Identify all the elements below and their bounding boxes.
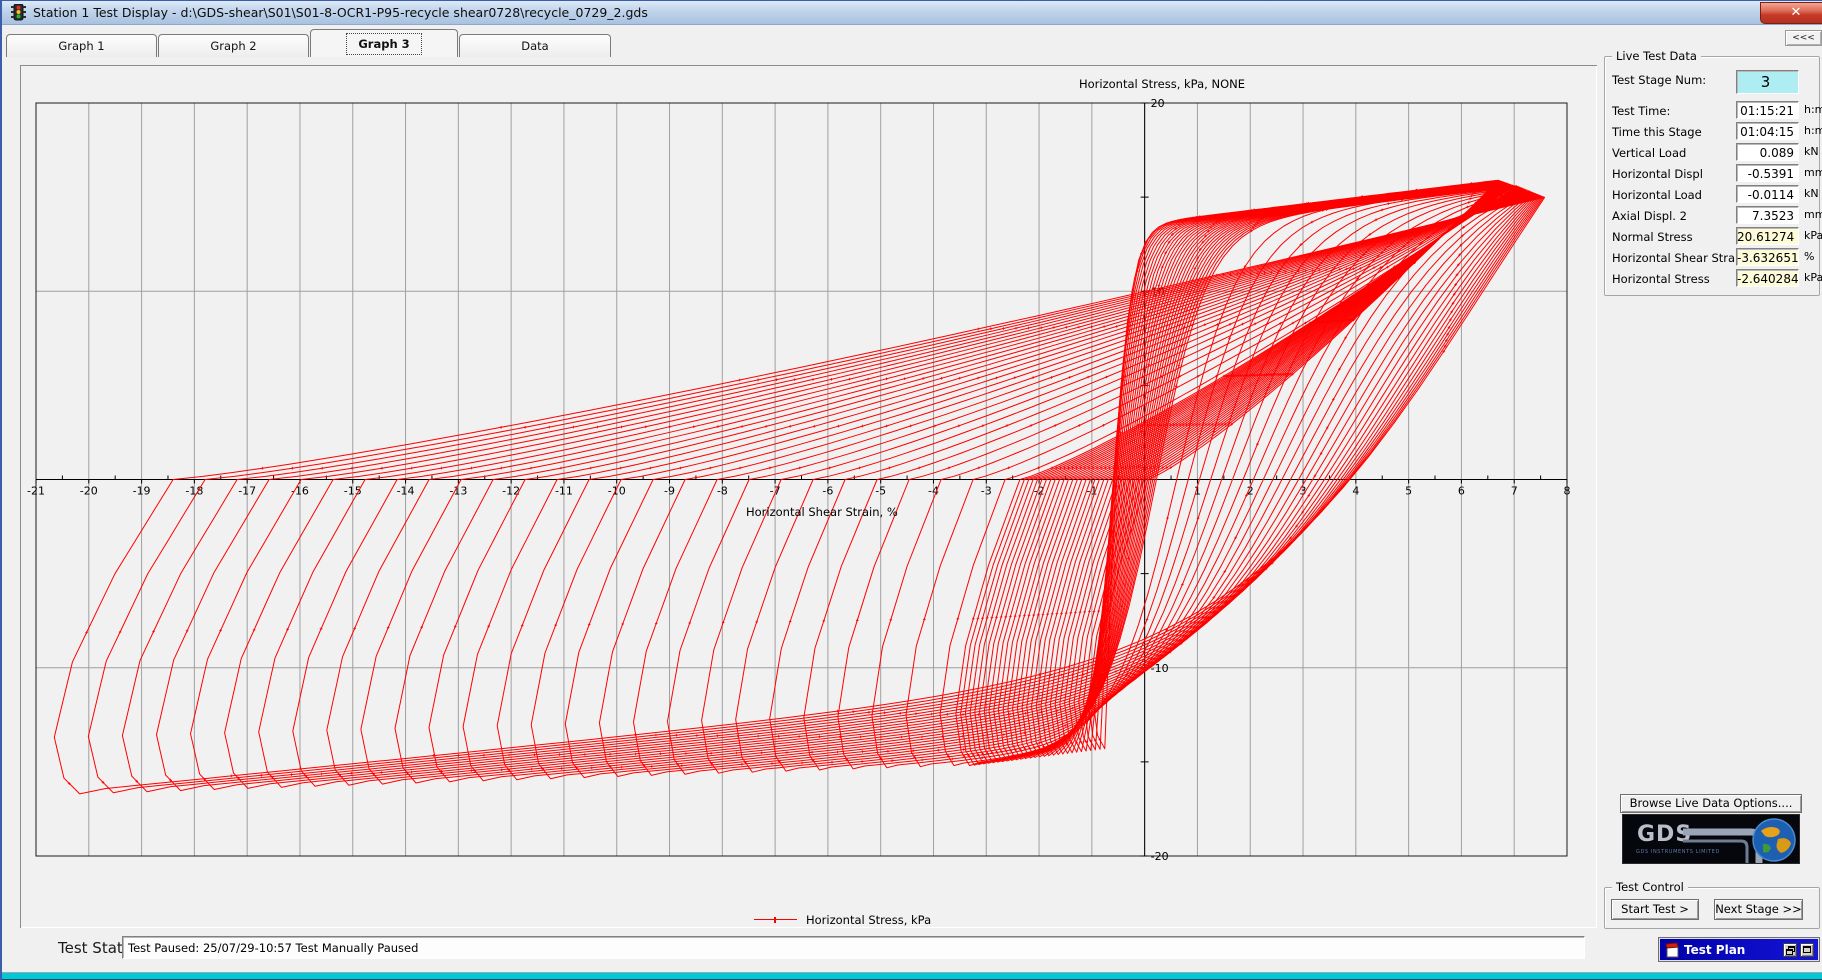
svg-text:-12: -12 — [502, 485, 520, 498]
tab-label: Data — [460, 39, 610, 53]
live-data-row: Vertical Load 0.089 kN — [1605, 143, 1819, 163]
svg-text:-9: -9 — [664, 485, 675, 498]
test-plan-title: Test Plan — [1684, 943, 1745, 957]
live-data-value-field: 3 — [1736, 70, 1799, 94]
stress-strain-chart: -21-20-19-18-17-16-15-14-13-12-11-10-9-8… — [20, 65, 1597, 928]
svg-text:-14: -14 — [397, 485, 415, 498]
live-data-row: Test Time: 01:15:21 h:m:s — [1605, 101, 1819, 121]
title-bar: Station 1 Test Display - d:\GDS-shear\S0… — [2, 1, 1822, 25]
live-data-value-field: 0.089 — [1736, 143, 1799, 161]
live-data-row: Time this Stage 01:04:15 h:m:s — [1605, 122, 1819, 142]
tab-data[interactable]: Data — [459, 34, 611, 57]
live-data-value-field: 01:15:21 — [1736, 101, 1799, 119]
svg-text:-20: -20 — [80, 485, 98, 498]
tab-graph-3[interactable]: Graph 3 — [310, 29, 458, 57]
live-data-label: Horizontal Displ — [1612, 167, 1703, 181]
maximize-button[interactable] — [1800, 943, 1814, 957]
tab-graph-2[interactable]: Graph 2 — [158, 34, 309, 57]
x-axis-label: Horizontal Shear Strain, % — [746, 505, 898, 519]
live-data-unit: kPa — [1804, 229, 1822, 242]
live-data-label: Normal Stress — [1612, 230, 1693, 244]
live-data-row: Horizontal Load -0.0114 kN — [1605, 185, 1819, 205]
live-data-row: Normal Stress 20.61274 kPa — [1605, 227, 1819, 247]
test-control-group: Test Control Start Test > Next Stage >> — [1604, 887, 1820, 929]
collapse-panel-button[interactable]: <<< — [1785, 30, 1822, 46]
svg-text:5: 5 — [1405, 485, 1412, 498]
chart-panel: -21-20-19-18-17-16-15-14-13-12-11-10-9-8… — [20, 65, 1597, 928]
test-plan-window-bar[interactable]: Test Plan — [1659, 938, 1819, 961]
live-data-label: Axial Displ. 2 — [1612, 209, 1687, 223]
live-data-row: Horizontal Shear Strain-3.632651% — [1605, 248, 1819, 268]
live-data-unit: % — [1804, 250, 1814, 263]
live-data-unit: h:m:s — [1804, 124, 1822, 137]
svg-text:-20: -20 — [1151, 850, 1169, 863]
svg-text:-3: -3 — [981, 485, 992, 498]
live-test-data-title: Live Test Data — [1612, 49, 1701, 63]
live-data-label: Horizontal Load — [1612, 188, 1702, 202]
browse-live-data-options-button[interactable]: Browse Live Data Options.... — [1620, 794, 1802, 813]
svg-text:-19: -19 — [133, 485, 151, 498]
live-data-unit: mm — [1804, 208, 1822, 221]
live-data-row: Axial Displ. 2 7.3523 mm — [1605, 206, 1819, 226]
live-data-value-field: 7.3523 — [1736, 206, 1799, 224]
live-data-row: Test Stage Num:3 — [1605, 70, 1819, 90]
restore-button[interactable] — [1783, 943, 1797, 957]
maximize-icon — [1803, 946, 1811, 953]
chart-title: Horizontal Stress, kPa, NONE — [1012, 77, 1312, 91]
start-test-button[interactable]: Start Test > — [1611, 899, 1699, 920]
live-data-value-field: -0.5391 — [1736, 164, 1799, 182]
test-status-field[interactable]: Test Paused: 25/07/29-10:57 Test Manuall… — [122, 936, 1585, 959]
svg-text:20: 20 — [1151, 97, 1165, 110]
svg-text:7: 7 — [1511, 485, 1518, 498]
svg-text:-6: -6 — [822, 485, 833, 498]
next-stage-button[interactable]: Next Stage >> — [1714, 899, 1803, 920]
svg-text:-11: -11 — [555, 485, 573, 498]
window-title: Station 1 Test Display - d:\GDS-shear\S0… — [33, 5, 648, 20]
svg-text:-21: -21 — [27, 485, 45, 498]
svg-text:-5: -5 — [875, 485, 886, 498]
live-test-data-group: Live Test Data Test Stage Num:3Test Time… — [1604, 56, 1820, 296]
live-data-value-field: 20.61274 — [1736, 227, 1799, 245]
window-bottom-edge — [2, 972, 1822, 980]
live-data-label: Horizontal Stress — [1612, 272, 1710, 286]
tab-label: Graph 1 — [7, 39, 156, 53]
live-data-unit: kN — [1804, 145, 1819, 158]
svg-text:-10: -10 — [608, 485, 626, 498]
app-window: Station 1 Test Display - d:\GDS-shear\S0… — [0, 0, 1822, 980]
close-button[interactable]: ✕ — [1760, 2, 1822, 24]
live-data-unit: mm — [1804, 166, 1822, 179]
live-data-value-field: -0.0114 — [1736, 185, 1799, 203]
test-plan-icon — [1665, 942, 1680, 958]
svg-text:-17: -17 — [238, 485, 256, 498]
live-data-label: Horizontal Shear Strain — [1612, 251, 1746, 265]
tab-graph-1[interactable]: Graph 1 — [6, 34, 157, 57]
live-data-label: Test Time: — [1612, 104, 1670, 118]
live-data-label: Vertical Load — [1612, 146, 1686, 160]
legend-line-sample — [754, 919, 797, 920]
live-data-row: Horizontal Stress -2.640284 kPa — [1605, 269, 1819, 289]
test-control-title: Test Control — [1612, 880, 1688, 894]
live-data-unit: h:m:s — [1804, 103, 1822, 116]
gds-logo: GDS GDS INSTRUMENTS LIMITED — [1622, 814, 1800, 864]
live-data-unit: kPa — [1804, 271, 1822, 284]
live-data-value-field: -3.632651 — [1736, 248, 1799, 266]
live-data-row: Horizontal Displ -0.5391 mm — [1605, 164, 1819, 184]
live-data-value-field: -2.640284 — [1736, 269, 1799, 287]
live-data-label: Time this Stage — [1612, 125, 1702, 139]
svg-text:-7: -7 — [770, 485, 781, 498]
legend-label: Horizontal Stress, kPa — [806, 913, 931, 927]
svg-text:6: 6 — [1458, 485, 1465, 498]
chart-legend: Horizontal Stress, kPa — [754, 909, 931, 927]
svg-text:-16: -16 — [291, 485, 309, 498]
svg-text:4: 4 — [1352, 485, 1359, 498]
live-data-unit: kN — [1804, 187, 1819, 200]
traffic-light-icon — [10, 4, 27, 22]
live-data-value-field: 01:04:15 — [1736, 122, 1799, 140]
svg-text:8: 8 — [1564, 485, 1571, 498]
svg-text:-4: -4 — [928, 485, 939, 498]
tab-label: Graph 2 — [159, 39, 308, 53]
globe-icon — [1751, 817, 1797, 863]
svg-text:-8: -8 — [717, 485, 728, 498]
live-data-label: Test Stage Num: — [1612, 73, 1706, 87]
